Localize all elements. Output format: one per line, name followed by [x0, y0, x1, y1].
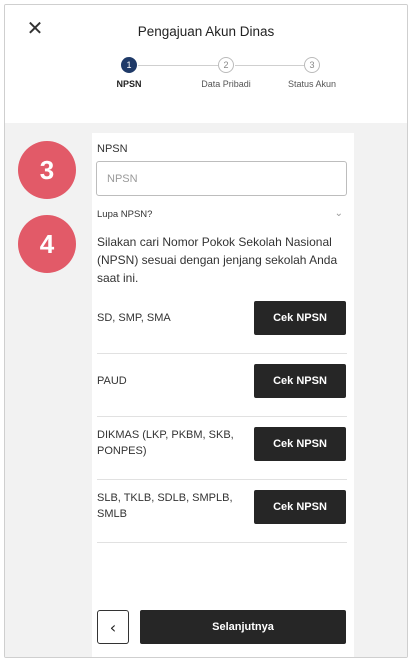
level-name: PAUD — [97, 375, 127, 387]
info-text: Silakan cari Nomor Pokok Sekolah Nasiona… — [97, 235, 338, 285]
level-name: DIKMAS (LKP, PKBM, SKB, PONPES) — [97, 429, 234, 457]
list-item-slb: SLB, TKLB, SDLB, SMPLB, SMLB Cek NPSN — [97, 480, 347, 543]
list-item-dikmas: DIKMAS (LKP, PKBM, SKB, PONPES) Cek NPSN — [97, 417, 347, 480]
level-name: SLB, TKLB, SDLB, SMPLB, SMLB — [97, 492, 233, 520]
next-button[interactable]: Selanjutnya — [140, 610, 346, 644]
header: ✕ Pengajuan Akun Dinas 1 NPSN 2 Data Pri… — [5, 5, 407, 123]
forgot-npsn-label: Lupa NPSN? — [97, 209, 153, 220]
chevron-down-icon: ⌄ — [334, 208, 343, 219]
back-button[interactable]: ‹ — [97, 610, 129, 644]
chevron-left-icon: ‹ — [109, 617, 117, 637]
step-label: Data Pribadi — [201, 79, 251, 89]
content-area: NPSN Lupa NPSN? ⌄ Silakan cari Nomor Pok… — [5, 123, 407, 657]
level-name: SD, SMP, SMA — [97, 312, 171, 324]
stepper: 1 NPSN 2 Data Pribadi 3 Status Akun — [5, 57, 407, 107]
annotation-badge: 4 — [18, 215, 76, 273]
page-title: Pengajuan Akun Dinas — [137, 24, 275, 39]
step-number: 2 — [218, 57, 234, 73]
step-label: NPSN — [116, 79, 142, 89]
forgot-npsn-toggle[interactable]: Lupa NPSN? ⌄ — [97, 208, 347, 225]
list-item-sd-smp-sma: SD, SMP, SMA Cek NPSN — [97, 291, 347, 354]
cek-npsn-button[interactable]: Cek NPSN — [254, 301, 346, 335]
annotation-badge: 3 — [18, 141, 76, 199]
cek-npsn-button[interactable]: Cek NPSN — [254, 490, 346, 524]
step-status-akun: 3 Status Akun — [267, 57, 357, 89]
app-window: ✕ Pengajuan Akun Dinas 1 NPSN 2 Data Pri… — [4, 4, 408, 658]
form-card: NPSN Lupa NPSN? ⌄ Silakan cari Nomor Pok… — [92, 133, 354, 657]
step-number: 3 — [304, 57, 320, 73]
step-number: 1 — [121, 57, 137, 73]
step-label: Status Akun — [287, 79, 337, 89]
cek-npsn-button[interactable]: Cek NPSN — [254, 427, 346, 461]
npsn-input[interactable] — [96, 161, 347, 196]
cek-npsn-button[interactable]: Cek NPSN — [254, 364, 346, 398]
list-item-paud: PAUD Cek NPSN — [97, 354, 347, 417]
npsn-label: NPSN — [97, 143, 128, 155]
step-npsn: 1 NPSN — [84, 57, 174, 89]
step-data-pribadi: 2 Data Pribadi — [181, 57, 271, 89]
